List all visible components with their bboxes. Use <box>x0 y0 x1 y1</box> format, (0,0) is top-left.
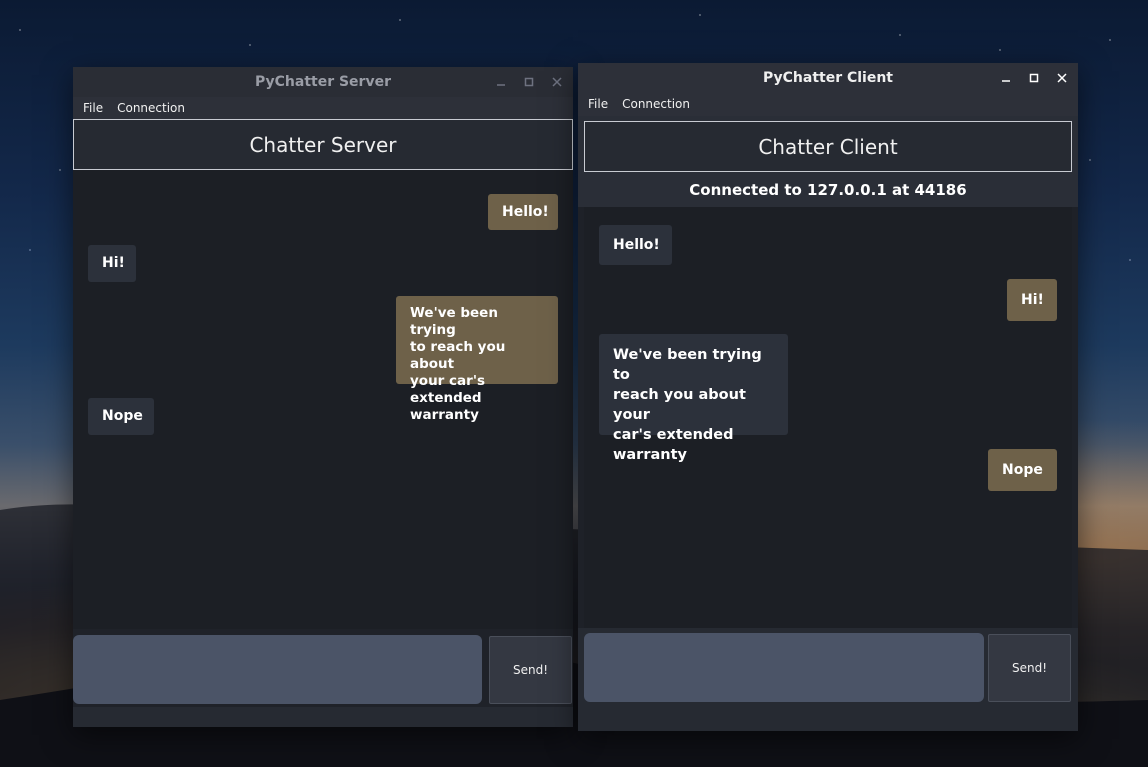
client-titlebar[interactable]: PyChatter Client <box>578 63 1078 92</box>
chat-message: Nope <box>88 398 154 435</box>
client-window: PyChatter Client File Connection Chatter… <box>578 63 1078 731</box>
client-chat-area: Hello! Hi! We've been trying to reach yo… <box>584 207 1072 628</box>
server-titlebar[interactable]: PyChatter Server <box>73 67 573 97</box>
client-window-title: PyChatter Client <box>762 69 894 86</box>
server-header: Chatter Server <box>73 119 573 170</box>
menu-file[interactable]: File <box>83 101 103 115</box>
menu-file[interactable]: File <box>588 97 608 111</box>
client-send-button[interactable]: Send! <box>988 634 1071 702</box>
server-window-title: PyChatter Server <box>254 74 391 90</box>
minimize-icon[interactable] <box>998 70 1014 86</box>
close-icon[interactable] <box>1054 70 1070 86</box>
chat-message: Hi! <box>88 245 136 282</box>
client-menubar: File Connection <box>578 92 1078 116</box>
server-send-button[interactable]: Send! <box>489 636 572 704</box>
chat-message: Hello! <box>488 194 558 230</box>
maximize-icon[interactable] <box>521 74 537 90</box>
server-message-input[interactable] <box>73 635 482 704</box>
chat-message: Nope <box>988 449 1057 491</box>
menu-connection[interactable]: Connection <box>622 97 690 111</box>
chat-message: Hello! <box>599 225 672 265</box>
server-footer <box>73 707 573 727</box>
client-input-row: Send! <box>578 628 1078 705</box>
chat-message: Hi! <box>1007 279 1057 321</box>
maximize-icon[interactable] <box>1026 70 1042 86</box>
connection-status: Connected to 127.0.0.1 at 44186 <box>578 180 1078 204</box>
server-input-row: Send! <box>73 629 573 707</box>
minimize-icon[interactable] <box>493 74 509 90</box>
client-message-input[interactable] <box>584 633 984 702</box>
chat-message: We've been trying to reach you about you… <box>599 334 788 463</box>
close-icon[interactable] <box>549 74 565 90</box>
server-window: PyChatter Server File Connection Chatter… <box>73 67 573 727</box>
chat-message: We've been trying to reach you about you… <box>396 296 558 423</box>
server-chat-area: Hello! Hi! We've been trying to reach yo… <box>73 170 573 629</box>
server-menubar: File Connection <box>73 97 573 119</box>
menu-connection[interactable]: Connection <box>117 101 185 115</box>
client-header: Chatter Client <box>584 121 1072 172</box>
client-footer <box>578 705 1078 731</box>
